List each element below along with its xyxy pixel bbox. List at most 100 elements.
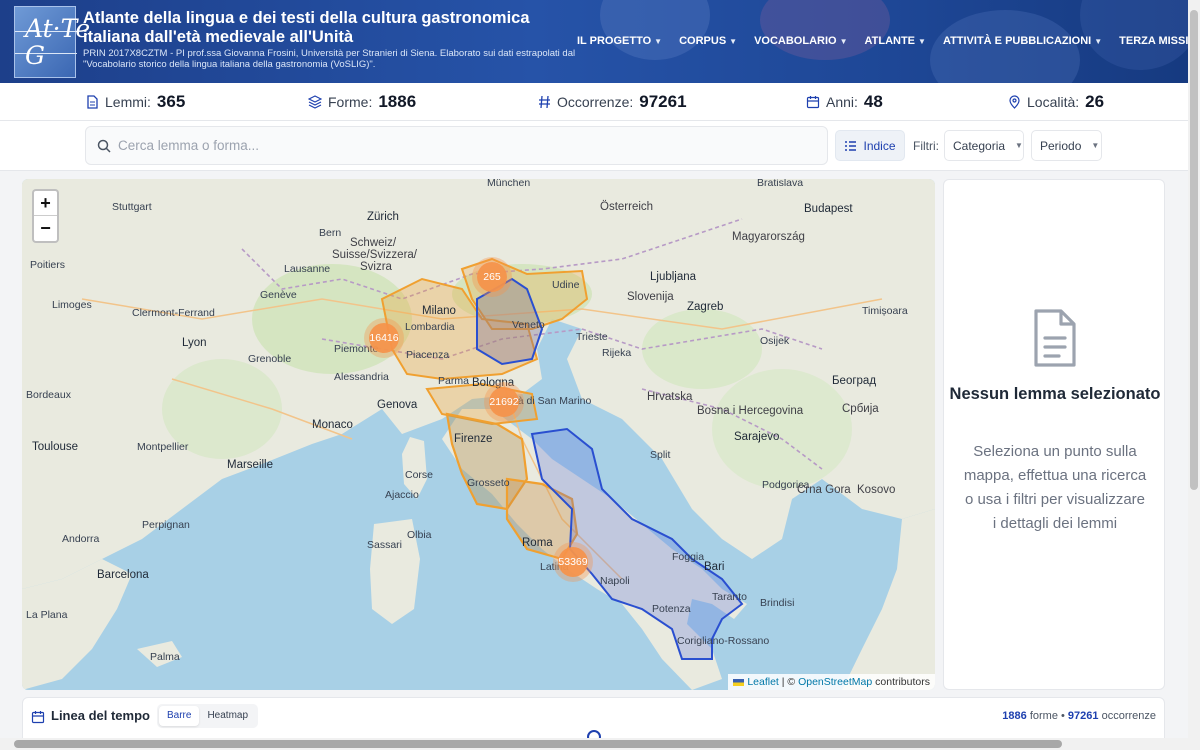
map-label: Olbia <box>407 529 432 541</box>
filtri-label: Filtri: <box>913 139 939 153</box>
panel-title: Nessun lemma selezionato <box>949 385 1161 403</box>
stat-localita: Località: 26 <box>1008 92 1104 112</box>
map-label: Ljubljana <box>650 271 697 283</box>
search-placeholder: Cerca lemma o forma... <box>118 138 260 153</box>
categoria-select[interactable]: Categoria ▼ <box>944 130 1024 161</box>
leaflet-flag-icon <box>733 678 745 686</box>
map-label: Milano <box>422 305 456 317</box>
nav-item-progetto[interactable]: IL PROGETTO ▼ <box>577 35 662 47</box>
map-label: Barcelona <box>97 569 149 581</box>
map-label: Genova <box>377 399 418 411</box>
map-cluster-marker[interactable]: 21692 <box>489 387 519 417</box>
map-label: Clermont-Ferrand <box>132 307 215 319</box>
list-icon <box>845 140 857 151</box>
search-input[interactable]: Cerca lemma o forma... <box>85 126 828 165</box>
map-label: Roma <box>522 537 553 549</box>
map-label: Piacenza <box>406 349 450 361</box>
map-label: Corse <box>405 469 434 481</box>
map-label: Firenze <box>454 433 493 445</box>
chevron-down-icon: ▼ <box>654 37 663 46</box>
nav-item-attivita[interactable]: ATTIVITÀ E PUBBLICAZIONI ▼ <box>943 35 1102 47</box>
map-label: Udine <box>552 279 580 291</box>
map-label: La Plana <box>26 609 68 621</box>
map-label: Split <box>650 449 671 461</box>
leaflet-link[interactable]: Leaflet <box>747 676 779 688</box>
map-label: Kosovo <box>857 484 896 496</box>
atlas-map[interactable]: Bratislava Österreich Budapest Stuttgart… <box>22 179 935 690</box>
osm-link[interactable]: OpenStreetMap <box>798 676 872 688</box>
map-label: Napoli <box>600 575 630 587</box>
map-cluster-marker[interactable]: 16416 <box>369 323 399 353</box>
stat-lemmi: Lemmi: 365 <box>86 92 185 112</box>
map-attribution: Leaflet | © OpenStreetMap contributors <box>728 674 935 690</box>
map-label: Montpellier <box>137 441 189 453</box>
nav-item-vocabolario[interactable]: VOCABOLARIO ▼ <box>754 35 847 47</box>
chevron-down-icon: ▼ <box>1094 37 1103 46</box>
timeline-view-tabs: Barre Heatmap <box>157 704 259 728</box>
map-label: München <box>487 179 531 189</box>
map-label: Budapest <box>804 203 853 215</box>
nav-item-terza-missione[interactable]: TERZA MISSIONE <box>1119 35 1188 47</box>
stat-anni-value: 48 <box>863 92 883 111</box>
map-cluster-marker[interactable]: 265 <box>477 262 507 292</box>
map-label: Brindisi <box>760 597 795 609</box>
site-subtitle: PRIN 2017X8CZTM - PI prof.ssa Giovanna F… <box>83 48 576 70</box>
map-label: Grenoble <box>248 353 292 365</box>
map-label: Zürich <box>367 211 399 223</box>
scrollbar-thumb[interactable] <box>1190 10 1198 490</box>
map-label: Hrvatska <box>647 391 693 403</box>
indice-button[interactable]: Indice <box>835 130 905 161</box>
periodo-select[interactable]: Periodo ▼ <box>1031 130 1102 161</box>
map-label: Lombardia <box>405 321 455 333</box>
zoom-in-button[interactable]: + <box>34 191 57 216</box>
header-decoration <box>600 0 710 60</box>
map-cluster-marker[interactable]: 53369 <box>558 547 588 577</box>
map-label: Србија <box>842 403 879 415</box>
map-label: Taranto <box>712 591 748 603</box>
stat-occorrenze: Occorrenze: 97261 <box>538 92 687 112</box>
zoom-out-button[interactable]: − <box>34 216 57 241</box>
search-icon <box>97 139 111 153</box>
map-label: Stuttgart <box>112 201 152 213</box>
document-icon <box>1034 309 1076 367</box>
map-label: Sassari <box>367 539 403 551</box>
map-label: Parma <box>438 375 469 387</box>
site-title[interactable]: Atlante della lingua e dei testi della c… <box>83 9 573 47</box>
nav-item-atlante[interactable]: ATLANTE ▼ <box>865 35 926 47</box>
document-icon <box>87 95 98 109</box>
map-label: Osijek <box>760 335 790 347</box>
map-label: Rijeka <box>602 347 632 359</box>
map-label: Marseille <box>227 459 274 471</box>
map-label: Bordeaux <box>26 389 71 401</box>
map-label: Andorra <box>62 533 100 545</box>
map-label: Monaco <box>312 419 353 431</box>
hash-icon <box>539 95 550 109</box>
zoom-control: + − <box>32 189 59 243</box>
logo-text: At·Te G <box>25 14 91 70</box>
map-label: Genève <box>260 289 297 301</box>
lemma-detail-panel: Nessun lemma selezionato Seleziona un pu… <box>943 179 1165 690</box>
tab-heatmap[interactable]: Heatmap <box>199 706 256 726</box>
map-label: Trieste <box>576 331 608 343</box>
map-label: Alessandria <box>334 371 389 383</box>
map-label: Zagreb <box>687 301 724 313</box>
site-logo[interactable]: At·Te G <box>14 6 91 78</box>
site-header: At·Te G Atlante della lingua e dei testi… <box>0 0 1188 83</box>
vertical-scrollbar[interactable] <box>1188 0 1200 750</box>
map-label: Grosseto <box>467 477 510 489</box>
scrollbar-thumb[interactable] <box>14 740 1062 748</box>
map-label: Lausanne <box>284 263 331 275</box>
timeline-title: Linea del tempo <box>51 708 150 723</box>
header-decoration <box>760 0 890 60</box>
map-label: Magyarország <box>732 231 805 243</box>
stat-forme: Forme: 1886 <box>308 92 416 112</box>
nav-item-corpus[interactable]: CORPUS ▼ <box>679 35 737 47</box>
stat-anni: Anni: 48 <box>806 92 883 112</box>
map-label: Bratislava <box>757 179 804 189</box>
chevron-down-icon: ▼ <box>729 37 738 46</box>
calendar-icon <box>31 711 45 724</box>
stat-forme-value: 1886 <box>378 92 417 111</box>
horizontal-scrollbar[interactable] <box>0 738 1188 750</box>
timeline-summary: 1886 forme • 97261 occorrenze <box>1002 710 1156 722</box>
tab-barre[interactable]: Barre <box>159 706 200 726</box>
